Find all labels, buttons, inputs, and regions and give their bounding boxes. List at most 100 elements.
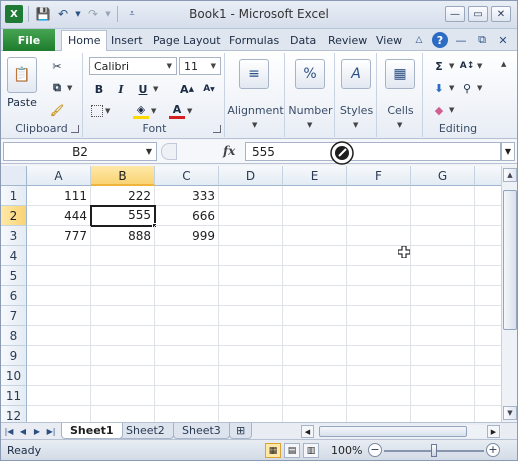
cells-label[interactable]: Cells <box>379 104 422 117</box>
zoom-out-button[interactable]: − <box>368 443 382 457</box>
sheet-tab-sheet2[interactable]: Sheet2 <box>117 423 174 439</box>
number-button[interactable]: % <box>295 59 325 92</box>
tab-formulas[interactable]: Formulas <box>223 31 285 51</box>
autosum-button[interactable]: Σ ▼ <box>431 57 454 75</box>
vertical-scroll-thumb[interactable] <box>503 190 517 330</box>
alignment-button[interactable]: ≡ <box>239 59 269 92</box>
column-header-b[interactable]: B <box>91 166 155 186</box>
ribbon-scroll-up-icon[interactable]: ▲ <box>501 55 506 73</box>
scroll-left-button[interactable]: ◀ <box>301 425 314 438</box>
paste-button[interactable]: 📋 Paste <box>7 57 37 109</box>
first-sheet-icon[interactable]: |◀ <box>3 424 15 438</box>
cell-b2[interactable]: 555 <box>90 205 156 227</box>
styles-label[interactable]: Styles <box>337 104 376 117</box>
sort-filter-button[interactable]: A↕ ▼ <box>459 57 483 75</box>
sheet-tab-sheet1[interactable]: Sheet1 <box>61 423 123 439</box>
underline-button[interactable]: U ▼ <box>135 80 159 98</box>
italic-button[interactable]: I <box>113 80 129 98</box>
minimize-ribbon-icon[interactable]: △ <box>411 32 427 48</box>
cell-a1[interactable]: 111 <box>27 186 91 206</box>
cell-b1[interactable]: 222 <box>91 186 155 206</box>
spreadsheet-grid[interactable]: A B C D E F G 1 2 3 4 5 6 7 8 9 10 11 12… <box>1 166 501 422</box>
tab-home[interactable]: Home <box>61 30 108 52</box>
row-header-4[interactable]: 4 <box>1 246 27 266</box>
find-select-button[interactable]: ⚲ ▼ <box>459 79 482 97</box>
normal-view-button[interactable]: ▦ <box>265 443 281 458</box>
format-painter-button[interactable]: 🖌 <box>49 101 65 119</box>
page-break-view-button[interactable]: ▥ <box>303 443 319 458</box>
maximize-button[interactable]: ▭ <box>468 6 488 22</box>
minimize-button[interactable]: — <box>445 6 465 22</box>
tab-page-layout[interactable]: Page Layout <box>147 31 227 51</box>
cut-button[interactable]: ✂ <box>49 57 65 75</box>
vertical-scrollbar[interactable]: ▲ ▼ <box>501 166 517 422</box>
zoom-in-button[interactable]: + <box>486 443 500 457</box>
copy-button[interactable]: ⧉ ▼ <box>49 79 72 97</box>
select-all-corner[interactable] <box>1 166 27 186</box>
row-header-11[interactable]: 11 <box>1 386 27 406</box>
cells-button[interactable]: ▦ <box>385 59 415 92</box>
cell-b3[interactable]: 888 <box>91 226 155 246</box>
font-size-combo[interactable]: 11 ▼ <box>179 57 221 75</box>
row-header-2[interactable]: 2 <box>1 206 27 226</box>
row-header-5[interactable]: 5 <box>1 266 27 286</box>
tab-file[interactable]: File <box>3 29 55 51</box>
scroll-down-button[interactable]: ▼ <box>503 406 517 420</box>
workbook-restore-icon[interactable]: ⧉ <box>474 32 490 48</box>
scroll-right-button[interactable]: ▶ <box>487 425 500 438</box>
name-box[interactable]: B2 ▼ <box>3 142 157 161</box>
row-header-12[interactable]: 12 <box>1 406 27 422</box>
row-header-3[interactable]: 3 <box>1 226 27 246</box>
tab-insert[interactable]: Insert <box>105 31 149 51</box>
clear-button[interactable]: ◆ ▼ <box>431 101 455 119</box>
font-name-combo[interactable]: Calibri ▼ <box>89 57 177 75</box>
row-header-6[interactable]: 6 <box>1 286 27 306</box>
workbook-minimize-icon[interactable]: — <box>453 32 469 48</box>
horizontal-scroll-thumb[interactable] <box>319 426 467 437</box>
close-button[interactable]: ✕ <box>491 6 511 22</box>
cell-c1[interactable]: 333 <box>155 186 219 206</box>
horizontal-scrollbar[interactable]: ◀ ▶ <box>301 425 501 438</box>
last-sheet-icon[interactable]: ▶| <box>45 424 57 438</box>
chevron-down-icon[interactable]: ▼ <box>146 147 152 156</box>
column-header-partial[interactable] <box>475 166 501 186</box>
zoom-slider-thumb[interactable] <box>431 444 437 457</box>
shrink-font-button[interactable]: A ▼ <box>201 80 217 98</box>
insert-function-icon[interactable]: fx <box>223 144 235 158</box>
insert-sheet-button[interactable]: ⊞ <box>229 423 253 439</box>
row-header-7[interactable]: 7 <box>1 306 27 326</box>
row-header-9[interactable]: 9 <box>1 346 27 366</box>
row-header-1[interactable]: 1 <box>1 186 27 206</box>
font-color-button[interactable]: A ▼ <box>169 102 192 120</box>
chevron-down-icon[interactable]: ▼ <box>353 121 358 129</box>
font-launcher-icon[interactable] <box>213 125 221 133</box>
chevron-down-icon[interactable]: ▼ <box>167 62 172 70</box>
chevron-down-icon[interactable]: ▼ <box>307 121 312 129</box>
row-header-8[interactable]: 8 <box>1 326 27 346</box>
borders-button[interactable]: ▼ <box>91 102 110 120</box>
clipboard-launcher-icon[interactable] <box>71 125 79 133</box>
chevron-down-icon[interactable]: ▼ <box>211 62 216 70</box>
tab-review[interactable]: Review <box>322 31 373 51</box>
chevron-down-icon[interactable]: ▼ <box>397 121 402 129</box>
column-header-g[interactable]: G <box>411 166 475 186</box>
cell-a3[interactable]: 777 <box>27 226 91 246</box>
tab-data[interactable]: Data <box>284 31 322 51</box>
styles-button[interactable]: A <box>341 59 371 92</box>
number-label[interactable]: Number <box>287 104 334 117</box>
formula-bar-splitter[interactable] <box>161 143 177 160</box>
prev-sheet-icon[interactable]: ◀ <box>17 424 29 438</box>
sheet-tab-sheet3[interactable]: Sheet3 <box>173 423 230 439</box>
scroll-up-button[interactable]: ▲ <box>503 168 517 182</box>
column-header-e[interactable]: E <box>283 166 347 186</box>
cell-c3[interactable]: 999 <box>155 226 219 246</box>
zoom-level[interactable]: 100% <box>331 444 362 457</box>
expand-formula-bar-icon[interactable]: ▼ <box>501 142 515 161</box>
alignment-label[interactable]: Alignment <box>227 104 284 117</box>
help-icon[interactable]: ? <box>432 32 448 48</box>
page-layout-view-button[interactable]: ▤ <box>284 443 300 458</box>
fill-color-button[interactable]: ◈ ▼ <box>133 102 156 120</box>
column-header-c[interactable]: C <box>155 166 219 186</box>
cell-a2[interactable]: 444 <box>27 206 91 226</box>
grow-font-button[interactable]: A ▲ <box>179 80 195 98</box>
